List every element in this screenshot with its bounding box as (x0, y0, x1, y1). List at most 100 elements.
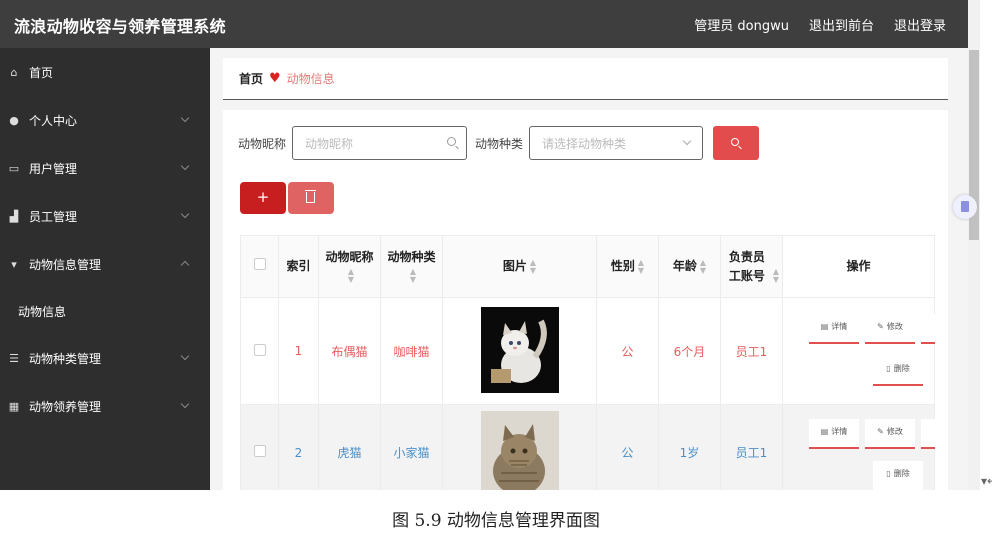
cell-type: 咖啡猫 (380, 297, 443, 405)
breadcrumb-home[interactable]: 首页 (239, 70, 263, 87)
logout-link[interactable]: 退出登录 (894, 15, 946, 34)
chevron-down-icon (180, 351, 190, 361)
cell-ops: ▤ 详情 ✎ 修改 ▯ 删除 (782, 404, 935, 490)
cell-staff: 员工1 (720, 297, 783, 405)
header-label: 动物昵称 (325, 249, 374, 264)
sidebar-item-user-management[interactable]: ▭ 用户管理 (0, 144, 210, 192)
header-nickname[interactable]: 动物昵称 ▲ ▼ (318, 235, 381, 298)
cell-age: 6个月 (658, 297, 721, 405)
row-checkbox[interactable] (253, 445, 266, 457)
sidebar-item-animal-type-management[interactable]: ☰ 动物种类管理 (0, 334, 210, 382)
document-icon: ▤ (820, 322, 829, 331)
sidebar-item-home[interactable]: ⌂ 首页 (0, 48, 210, 96)
select-all-cell (240, 235, 279, 298)
nickname-label: 动物昵称 (238, 136, 287, 151)
header-gender[interactable]: 性别 ▲ ▼ (596, 235, 659, 298)
search-bar: 动物昵称 动物昵称 动物种类 请选择动物种类 (238, 126, 760, 160)
cell-image (442, 404, 597, 490)
sidebar-item-adoption-management[interactable]: ▦ 动物领养管理 (0, 382, 210, 430)
grid-icon: ▦ (8, 399, 20, 413)
header-age[interactable]: 年龄 ▲ ▼ (658, 235, 721, 298)
batch-delete-button[interactable] (288, 182, 334, 214)
sort-icon[interactable]: ▲ ▼ (773, 268, 779, 284)
chevron-down-icon (180, 209, 190, 219)
header-label: 操作 (846, 259, 871, 273)
more-button[interactable] (921, 419, 935, 449)
select-all-checkbox[interactable] (253, 258, 266, 270)
floating-assistant-button[interactable] (953, 195, 977, 219)
sort-icon[interactable]: ▲ ▼ (638, 258, 644, 275)
header-label: 性别 (610, 259, 635, 273)
chevron-down-icon (682, 136, 692, 146)
sidebar-item-label: 个人中心 (29, 113, 78, 128)
cell-staff: 员工1 (720, 404, 783, 490)
user-manage-icon: ▭ (8, 161, 20, 175)
cell-index: 1 (278, 297, 319, 405)
detail-button[interactable]: ▤ 详情 (809, 314, 859, 344)
document-icon: ▤ (820, 427, 829, 436)
sort-icon[interactable]: ▲ ▼ (348, 268, 354, 284)
cell-image (442, 297, 597, 405)
sidebar-subitem-animal-info[interactable]: 动物信息 (0, 288, 210, 334)
header-label: 索引 (286, 259, 311, 273)
sidebar: ⌂ 首页 ● 个人中心 ▭ 用户管理 ▟ 员工管理 ▾ 动物信息管理 动物信息 … (0, 48, 210, 490)
row-select-cell (240, 404, 279, 490)
edit-label: 修改 (886, 427, 903, 436)
edit-button[interactable]: ✎ 修改 (865, 314, 915, 344)
sort-icon[interactable]: ▲ ▼ (700, 258, 706, 275)
exit-to-front-link[interactable]: 退出到前台 (809, 15, 874, 34)
edit-button[interactable]: ✎ 修改 (865, 419, 915, 449)
cell-age: 1岁 (658, 404, 721, 490)
add-button[interactable]: + (240, 182, 286, 214)
row-actions: ▤ 详情 ✎ 修改 ▯ 删除 (783, 298, 935, 404)
chevron-down-icon (180, 161, 190, 171)
vertical-scrollbar[interactable] (968, 0, 980, 490)
animal-table: 索引 动物昵称 ▲ ▼ 动物种类 ▲ ▼ 图片 ▲ ▼ 性别 ▲ ▼ 年龄 ▲ ▼ 负责员工账号 ▲ ▼… (240, 235, 935, 490)
nickname-input[interactable]: 动物昵称 (292, 126, 468, 160)
table-row[interactable]: 1 布偶猫 咖啡猫 公 6个月 员工1 ▤ 详情 ✎ 修改 ▯ 删除 (240, 297, 935, 405)
edit-label: 修改 (886, 322, 903, 331)
breadcrumb: 首页 ♥ 动物信息 (223, 58, 948, 100)
header-image[interactable]: 图片 ▲ ▼ (442, 235, 597, 298)
detail-button[interactable]: ▤ 详情 (809, 419, 859, 449)
cell-type: 小家猫 (380, 404, 443, 490)
cell-gender: 公 (596, 404, 659, 490)
animal-info-icon: ▾ (11, 257, 17, 271)
delete-button[interactable]: ▯ 删除 (873, 356, 923, 386)
header-label: 动物种类 (387, 249, 436, 264)
sidebar-item-personal-center[interactable]: ● 个人中心 (0, 96, 210, 144)
app-window: 流浪动物收容与领养管理系统 管理员 dongwu 退出到前台 退出登录 ⌂ 首页… (0, 0, 968, 490)
table-row[interactable]: 2 虎猫 小家猫 公 1岁 员工1 ▤ 详情 ✎ 修改 ▯ 删除 (240, 404, 935, 490)
edit-icon: ✎ (877, 322, 884, 331)
sidebar-item-staff-management[interactable]: ▟ 员工管理 (0, 192, 210, 240)
sidebar-item-label: 动物领养管理 (29, 399, 102, 414)
type-label: 动物种类 (475, 136, 524, 151)
cell-gender: 公 (596, 297, 659, 405)
cell-nickname: 虎猫 (318, 404, 381, 490)
app-title: 流浪动物收容与领养管理系统 (14, 17, 226, 36)
row-checkbox[interactable] (253, 343, 266, 356)
sidebar-item-label: 员工管理 (29, 209, 78, 224)
main-content: 首页 ♥ 动物信息 动物昵称 动物昵称 动物种类 请选择动物种类 + 索引 动物… (210, 48, 958, 490)
figure-caption: 图 5.9 动物信息管理界面图 (392, 511, 600, 531)
trash-icon: ▯ (886, 469, 891, 478)
tabby-cat-photo (480, 411, 559, 490)
heart-icon: ♥ (269, 71, 281, 86)
header-label: 年龄 (672, 259, 697, 273)
more-button[interactable] (921, 314, 935, 344)
sidebar-item-label: 首页 (29, 65, 54, 80)
sidebar-item-label: 动物信息 (18, 304, 67, 319)
header-type[interactable]: 动物种类 ▲ ▼ (380, 235, 443, 298)
user-icon: ● (9, 113, 19, 127)
sort-icon[interactable]: ▲ ▼ (530, 258, 536, 275)
row-select-cell (240, 297, 279, 405)
type-select[interactable]: 请选择动物种类 (529, 126, 704, 160)
header-staff[interactable]: 负责员工账号 ▲ ▼ (720, 235, 783, 298)
sidebar-item-animal-info-management[interactable]: ▾ 动物信息管理 (0, 240, 210, 288)
delete-button[interactable]: ▯ 删除 (873, 461, 923, 490)
sort-icon[interactable]: ▲ ▼ (410, 268, 416, 284)
chevron-down-icon (180, 113, 190, 123)
search-icon (447, 137, 457, 146)
search-button[interactable] (713, 126, 760, 160)
detail-label: 详情 (831, 427, 848, 436)
